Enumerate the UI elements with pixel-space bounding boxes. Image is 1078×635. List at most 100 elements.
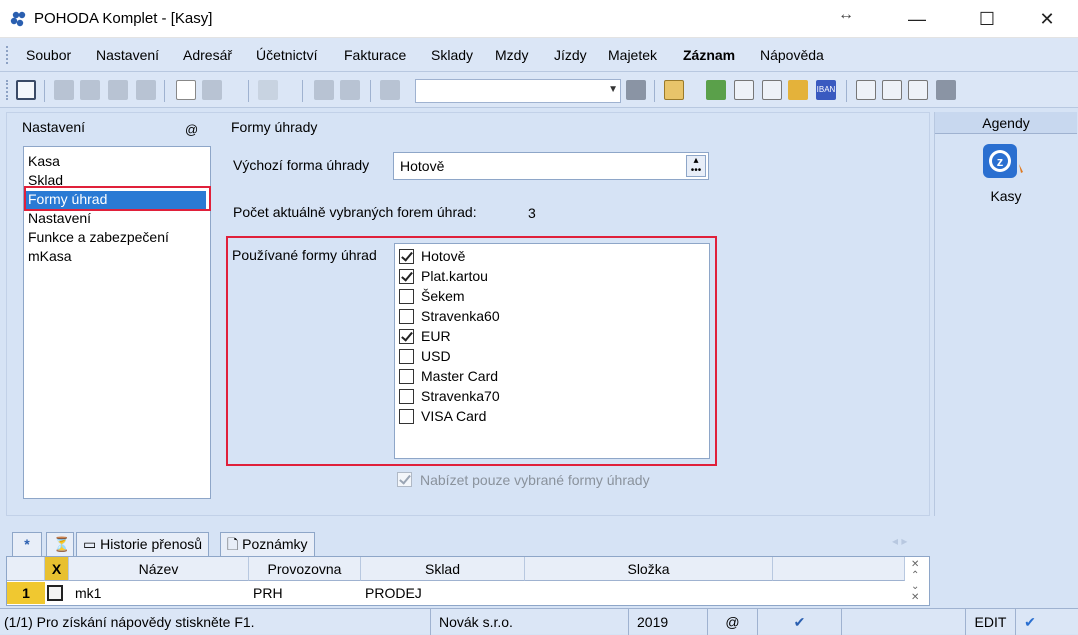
payment-method-item[interactable]: USD: [399, 347, 451, 365]
back-arrow-icon[interactable]: [258, 80, 278, 100]
payment-method-item[interactable]: Šekem: [399, 287, 465, 305]
menu-soubor[interactable]: Soubor: [26, 47, 71, 63]
menu-ucetnictvi[interactable]: Účetnictví: [256, 47, 317, 63]
grid-header-slozka[interactable]: Složka: [525, 557, 773, 581]
resize-arrows-icon[interactable]: ↔: [838, 6, 854, 24]
offer-only-checkbox[interactable]: [397, 472, 412, 487]
menu-fakturace[interactable]: Fakturace: [344, 47, 406, 63]
tab-filter[interactable]: ⏳: [46, 532, 74, 556]
checkbox[interactable]: [399, 328, 414, 344]
grid-header-provozovna[interactable]: Provozovna: [249, 557, 361, 581]
grid-header-nazev[interactable]: Název: [69, 557, 249, 581]
row-number[interactable]: 1: [7, 582, 45, 604]
payment-method-item[interactable]: Stravenka70: [399, 387, 500, 405]
preview-icon[interactable]: [108, 80, 128, 100]
count-value: 3: [528, 205, 536, 221]
menu-mzdy[interactable]: Mzdy: [495, 47, 528, 63]
calculator-icon[interactable]: [734, 80, 754, 100]
checkbox[interactable]: [399, 408, 414, 424]
menu-napoveda[interactable]: Nápověda: [760, 47, 824, 63]
money-icon[interactable]: [706, 80, 726, 100]
payment-method-item[interactable]: EUR: [399, 327, 451, 345]
menu-grip: [6, 46, 9, 64]
checkbox[interactable]: [399, 348, 414, 364]
table-icon[interactable]: [762, 80, 782, 100]
payment-method-item[interactable]: Plat.kartou: [399, 267, 488, 285]
cell-nazev[interactable]: mk1: [75, 582, 101, 604]
menu-zaznam[interactable]: Záznam: [683, 47, 735, 63]
checkbox[interactable]: [399, 368, 414, 384]
checkbox[interactable]: [399, 248, 414, 264]
table-icon: ▭: [83, 536, 101, 552]
menu-sklady[interactable]: Sklady: [431, 47, 473, 63]
duplicate-icon[interactable]: [380, 80, 400, 100]
menu-adresar[interactable]: Adresář: [183, 47, 232, 63]
grid-header-x[interactable]: X: [45, 557, 69, 581]
export-icon[interactable]: [136, 80, 156, 100]
payment-methods-list: Hotově Plat.kartou Šekem Stravenka60 EUR…: [394, 243, 710, 459]
nav-item-nastaveni[interactable]: Nastavení: [28, 210, 91, 226]
print-icon[interactable]: [80, 80, 100, 100]
toolbar-search-combo[interactable]: ▼: [415, 79, 621, 103]
minimize-button[interactable]: —: [894, 0, 940, 38]
kasy-agenda-icon[interactable]: z: [981, 142, 1025, 186]
copy-record-icon[interactable]: [54, 80, 74, 100]
help-icon[interactable]: [936, 80, 956, 100]
edit-record-icon[interactable]: [202, 80, 222, 100]
tab-notes[interactable]: 🗋 Poznámky: [220, 532, 315, 556]
payment-method-item[interactable]: Stravenka60: [399, 307, 500, 325]
check-icon[interactable]: ✔: [758, 609, 842, 635]
payment-method-item[interactable]: Hotově: [399, 247, 465, 265]
status-at[interactable]: @: [708, 609, 758, 635]
dropdown-icon[interactable]: ▴ •••: [686, 155, 706, 177]
grid-header-sklad[interactable]: Sklad: [361, 557, 525, 581]
filter-icon: ⏳: [53, 536, 71, 552]
exit-icon[interactable]: [16, 80, 36, 100]
cell-sklad[interactable]: PRODEJ: [365, 582, 422, 604]
chevron-down-icon[interactable]: ▼: [608, 84, 618, 95]
menu-nastaveni[interactable]: Nastavení: [96, 47, 159, 63]
grid-header-empty: [773, 557, 905, 581]
payment-method-item[interactable]: VISA Card: [399, 407, 486, 425]
checkbox[interactable]: [399, 268, 414, 284]
nav-item-funkce[interactable]: Funkce a zabezpečení: [28, 229, 169, 245]
folder-icon[interactable]: [664, 80, 684, 100]
row-checkbox[interactable]: [47, 585, 63, 601]
list-icon[interactable]: [856, 80, 876, 100]
filter-icon[interactable]: [626, 80, 646, 100]
count-label: Počet aktuálně vybraných forem úhrad:: [233, 204, 477, 220]
save-close-icon[interactable]: [340, 80, 360, 100]
bottom-tabs: * ⏳ ▭ Historie přenosů 🗋 Poznámky ◂ ▸: [6, 528, 930, 556]
checkbox[interactable]: [399, 388, 414, 404]
checkbox[interactable]: [399, 308, 414, 324]
document-icon[interactable]: [882, 80, 902, 100]
menu-jizdy[interactable]: Jízdy: [554, 47, 587, 63]
tab-star[interactable]: *: [12, 532, 42, 556]
tab-history[interactable]: ▭ Historie přenosů: [76, 532, 210, 556]
status-bar: (1/1) Pro získání nápovědy stiskněte F1.…: [0, 608, 1078, 635]
payment-method-item[interactable]: Master Card: [399, 367, 498, 385]
close-button[interactable]: ✕: [1024, 0, 1070, 38]
agenda-item-kasy[interactable]: Kasy: [935, 188, 1077, 204]
grid-scroll-arrows-icon[interactable]: ✕ ⌃ ⌄ ✕: [911, 559, 919, 603]
coins-icon[interactable]: [788, 80, 808, 100]
menu-bar: Soubor Nastavení Adresář Účetnictví Fakt…: [0, 38, 1078, 72]
save-icon[interactable]: [314, 80, 334, 100]
cell-provozovna[interactable]: PRH: [253, 582, 283, 604]
menu-majetek[interactable]: Majetek: [608, 47, 657, 63]
ok-circle-icon[interactable]: ✔: [1016, 609, 1044, 635]
new-record-icon[interactable]: [176, 80, 196, 100]
default-payment-select[interactable]: Hotově ▴ •••: [393, 152, 709, 180]
tab-scroll-arrows-icon[interactable]: ◂ ▸: [892, 534, 907, 548]
records-grid: X Název Provozovna Sklad Složka 1 mk1 PR…: [6, 556, 930, 606]
checkbox[interactable]: [399, 288, 414, 304]
nav-item-mkasa[interactable]: mKasa: [28, 248, 72, 264]
notes-icon: 🗋: [227, 536, 243, 552]
pohoda-logo-icon: [10, 11, 26, 27]
maximize-button[interactable]: ☐: [964, 0, 1010, 38]
at-icon[interactable]: @: [185, 122, 198, 137]
report-icon[interactable]: [908, 80, 928, 100]
iban-icon[interactable]: IBAN: [816, 80, 836, 100]
nav-item-kasa[interactable]: Kasa: [28, 153, 60, 169]
agenda-panel: Agendy z Kasy: [934, 112, 1077, 516]
